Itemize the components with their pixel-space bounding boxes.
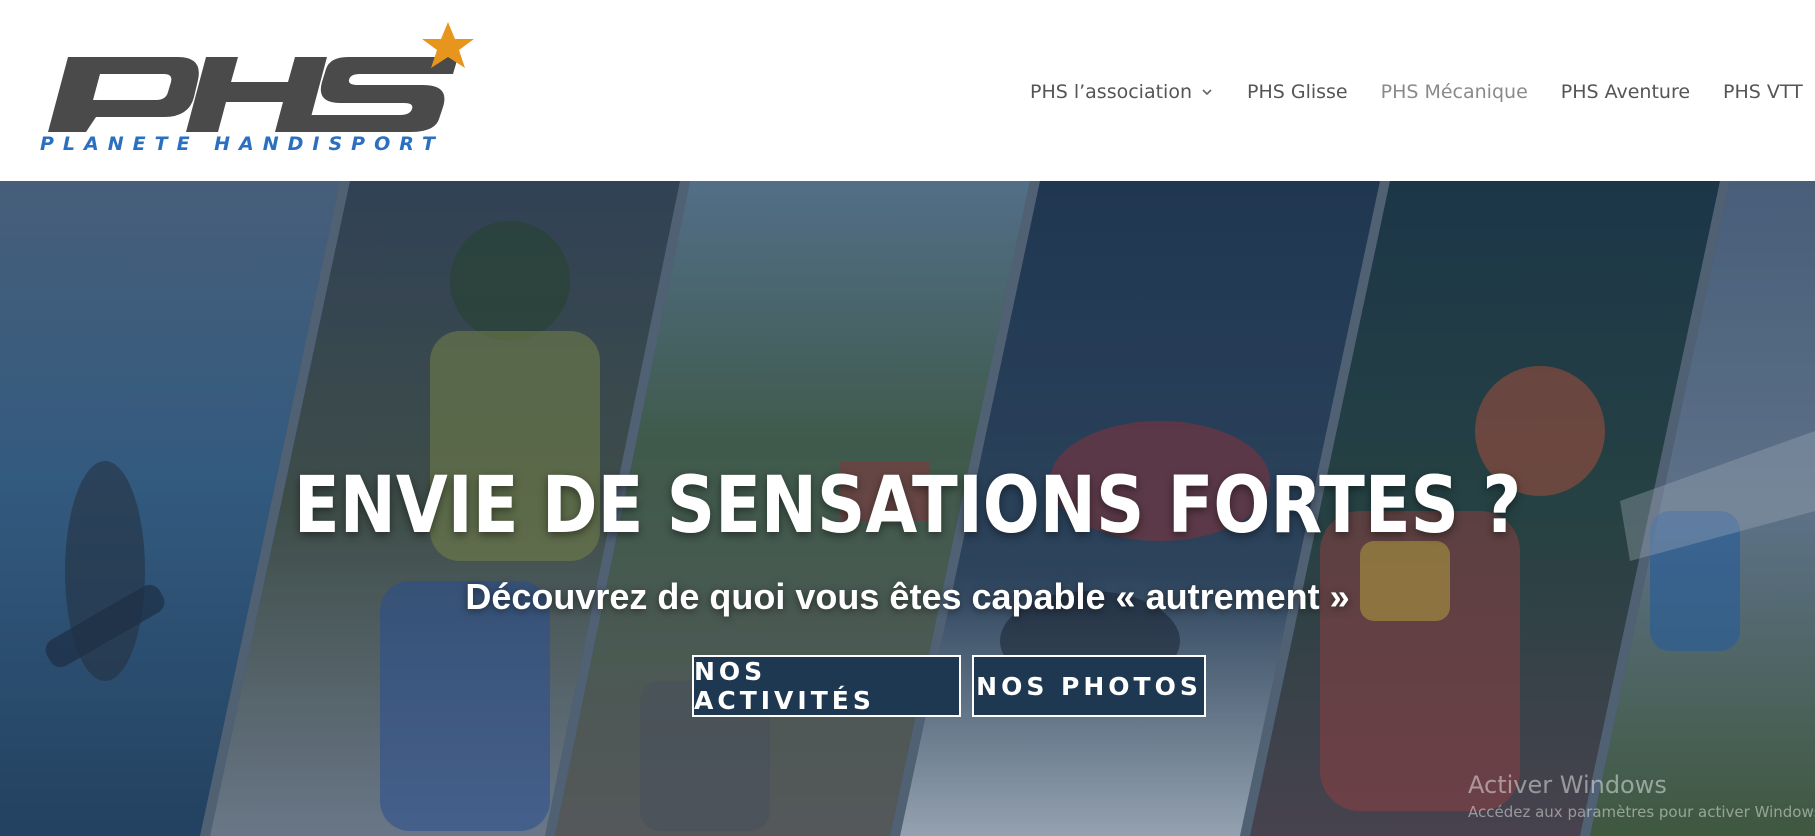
nos-photos-button[interactable]: NOS PHOTOS: [972, 655, 1206, 717]
nav-item-glisse-label: PHS Glisse: [1247, 80, 1348, 103]
nav-item-association-label: PHS l’association: [1030, 80, 1192, 103]
hero-banner: ENVIE DE SENSATIONS FORTES ? Découvrez d…: [0, 181, 1815, 836]
hero-subtitle: Découvrez de quoi vous êtes capable « au…: [465, 576, 1350, 617]
svg-text:PLANETE HANDISPORT: PLANETE HANDISPORT: [40, 133, 440, 154]
hero-buttons: NOS ACTIVITÉS NOS PHOTOS: [692, 655, 1206, 717]
site-header: PLANETE HANDISPORT PHS l’association PHS…: [0, 0, 1815, 181]
hero-title: ENVIE DE SENSATIONS FORTES ?: [293, 461, 1522, 551]
watermark-subtitle: Accédez aux paramètres pour activer Wind…: [1468, 803, 1815, 821]
nav-item-mecanique-label: PHS Mécanique: [1380, 80, 1528, 103]
nav-item-aventure-label: PHS Aventure: [1560, 80, 1691, 103]
main-navigation: PHS l’association PHS Glisse PHS Mécaniq…: [1030, 0, 1815, 181]
phs-logo[interactable]: PLANETE HANDISPORT: [38, 22, 488, 154]
nav-item-aventure[interactable]: PHS Aventure: [1561, 79, 1690, 103]
nav-item-association[interactable]: PHS l’association: [1030, 79, 1214, 103]
windows-activation-watermark: Activer Windows Accédez aux paramètres p…: [1468, 771, 1815, 821]
planete-handisport-logo-image: PLANETE HANDISPORT: [40, 22, 474, 154]
nav-item-vtt-label: PHS VTT: [1723, 80, 1803, 103]
nos-activites-button[interactable]: NOS ACTIVITÉS: [692, 655, 961, 717]
nav-item-glisse[interactable]: PHS Glisse: [1247, 79, 1348, 103]
chevron-down-icon: [1200, 85, 1214, 99]
watermark-title: Activer Windows: [1468, 771, 1667, 799]
nav-item-mecanique[interactable]: PHS Mécanique: [1381, 79, 1528, 103]
nav-item-vtt[interactable]: PHS VTT: [1723, 79, 1803, 103]
